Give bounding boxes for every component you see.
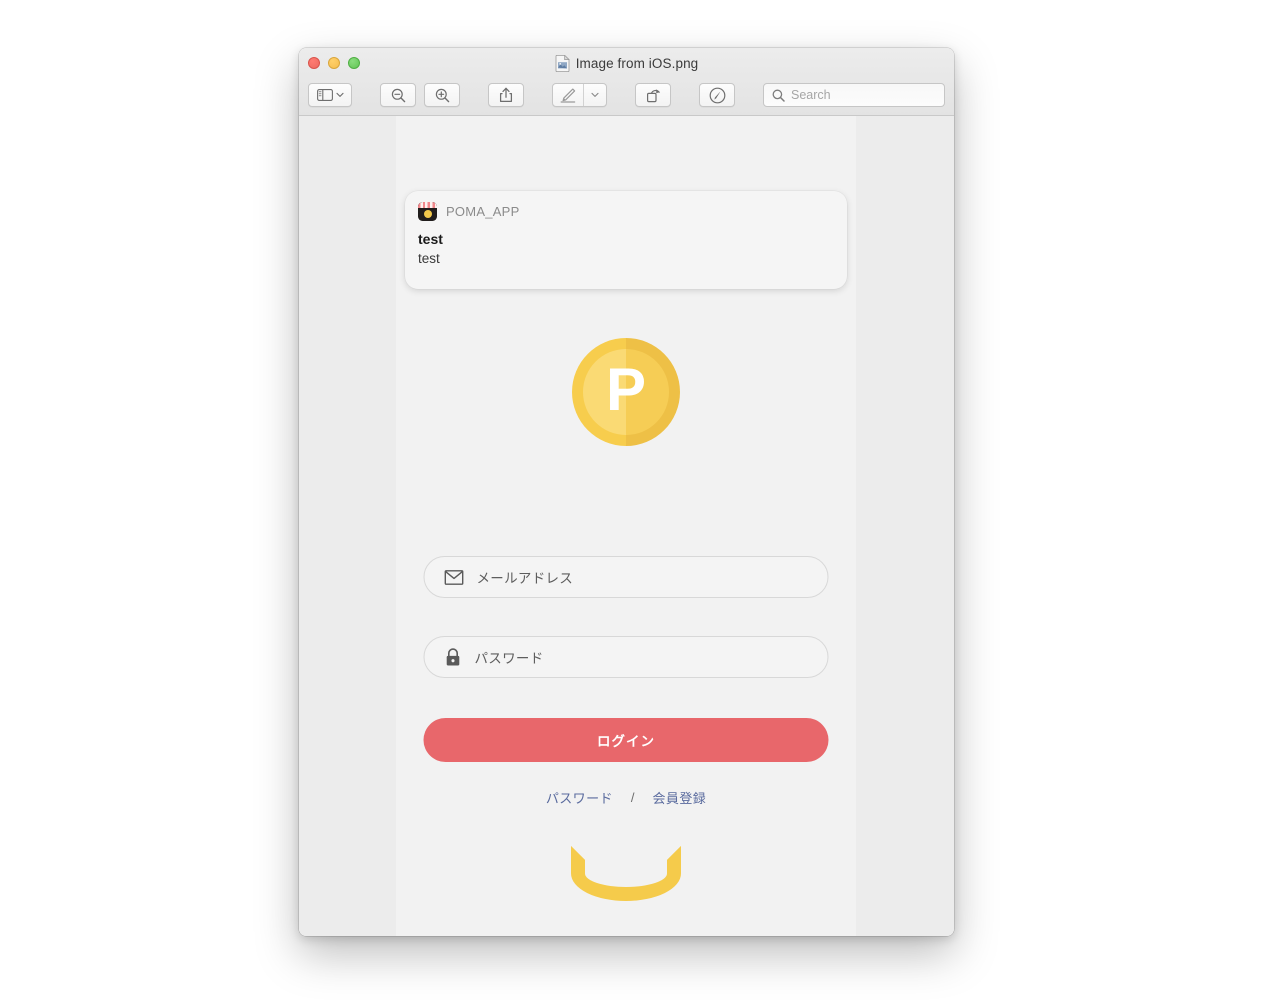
traffic-light-controls bbox=[308, 57, 360, 69]
email-placeholder: メールアドレス bbox=[476, 571, 574, 586]
search-placeholder: Search bbox=[791, 88, 831, 102]
footer-arc-graphic bbox=[571, 846, 681, 901]
register-link[interactable]: 会員登録 bbox=[653, 788, 707, 807]
login-button-label: ログイン bbox=[597, 734, 655, 749]
email-field[interactable]: メールアドレス bbox=[423, 556, 829, 598]
rotate-left-icon bbox=[646, 88, 660, 102]
envelope-icon bbox=[444, 569, 464, 585]
preview-window: Image from iOS.png Search P メールアドレス パスワー… bbox=[299, 48, 954, 936]
share-button[interactable] bbox=[488, 83, 524, 107]
window-titlebar: Image from iOS.png Search bbox=[299, 48, 954, 116]
chevron-down-icon bbox=[591, 92, 599, 97]
lock-icon bbox=[446, 647, 460, 665]
zoom-button[interactable] bbox=[348, 57, 360, 69]
image-document-icon bbox=[555, 54, 570, 73]
minimize-button[interactable] bbox=[328, 57, 340, 69]
sidebar-icon bbox=[316, 89, 333, 101]
pen-icon bbox=[560, 88, 576, 103]
auth-links: パスワード / 会員登録 bbox=[396, 788, 856, 807]
password-reset-link[interactable]: パスワード bbox=[546, 788, 613, 807]
window-content: P メールアドレス パスワード ログイン パスワード / 会員登録 POMA_A… bbox=[299, 116, 954, 936]
coin-letter: P bbox=[605, 356, 647, 423]
preview-toolbar: Search bbox=[299, 79, 954, 111]
notification-header: POMA_APP bbox=[418, 202, 834, 221]
notification-app-name: POMA_APP bbox=[446, 204, 520, 219]
markup-tools-group bbox=[552, 83, 607, 107]
link-separator: / bbox=[630, 790, 635, 805]
zoom-out-icon bbox=[391, 88, 405, 102]
zoom-out-button[interactable] bbox=[380, 83, 416, 107]
zoom-in-button[interactable] bbox=[424, 83, 460, 107]
annotate-button[interactable] bbox=[699, 83, 735, 107]
markup-button[interactable] bbox=[553, 84, 583, 106]
chevron-down-icon bbox=[335, 92, 344, 97]
awning-stripes bbox=[418, 202, 437, 208]
annotate-circle-pen-icon bbox=[709, 87, 725, 103]
password-placeholder: パスワード bbox=[474, 651, 544, 666]
window-title: Image from iOS.png bbox=[575, 56, 699, 71]
coin-inner-face: P bbox=[583, 349, 669, 435]
window-title-group: Image from iOS.png bbox=[299, 54, 954, 73]
search-icon bbox=[772, 89, 785, 102]
rotate-left-button[interactable] bbox=[635, 83, 671, 107]
login-button[interactable]: ログイン bbox=[423, 718, 829, 762]
mini-coin-icon bbox=[423, 210, 432, 218]
sidebar-view-button[interactable] bbox=[308, 83, 352, 107]
share-icon bbox=[499, 87, 513, 103]
poma-app-icon bbox=[418, 202, 437, 221]
notification-body: test bbox=[418, 251, 440, 266]
poma-coin-logo: P bbox=[572, 338, 680, 446]
notification-title: test bbox=[418, 231, 443, 247]
password-field[interactable]: パスワード bbox=[423, 636, 829, 678]
zoom-in-icon bbox=[435, 88, 449, 102]
close-button[interactable] bbox=[308, 57, 320, 69]
search-input[interactable]: Search bbox=[763, 83, 945, 107]
screenshot-root: Image from iOS.png Search P メールアドレス パスワー… bbox=[0, 0, 1280, 1000]
notification-banner[interactable]: POMA_APP test test bbox=[405, 191, 847, 289]
markup-dropdown[interactable] bbox=[583, 84, 606, 106]
